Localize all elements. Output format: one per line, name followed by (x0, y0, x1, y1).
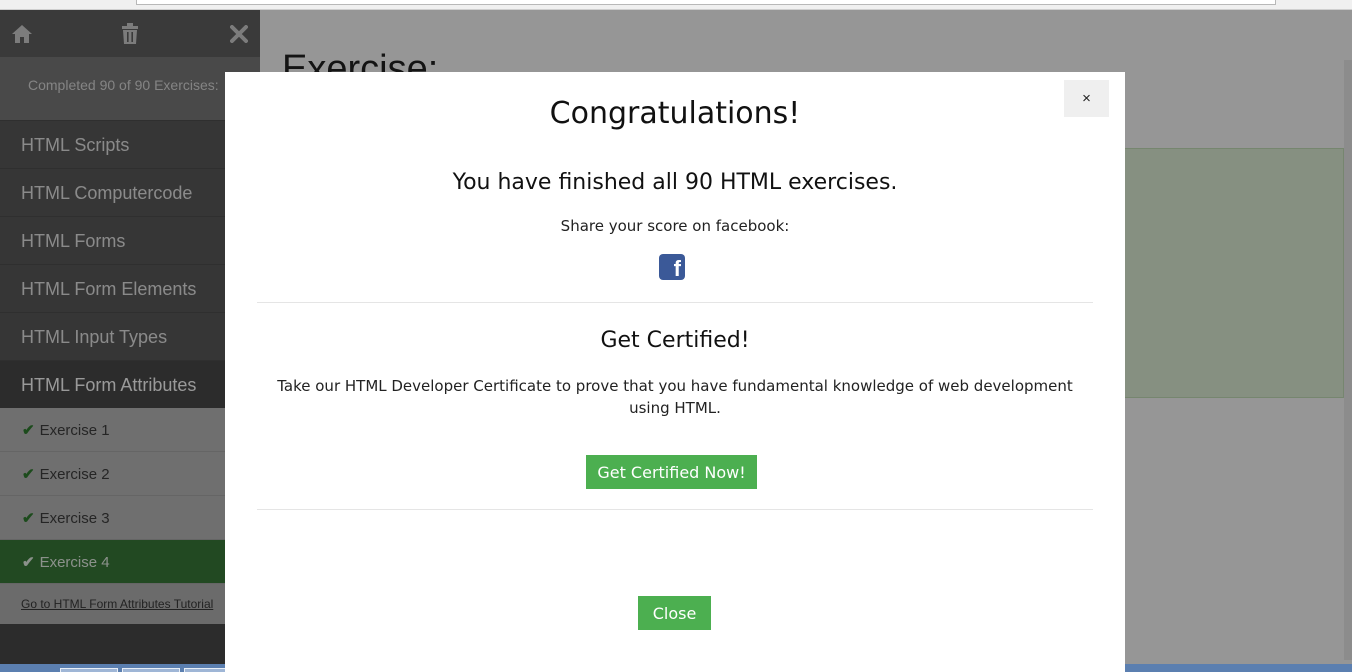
share-text: Share your score on facebook: (560, 217, 790, 235)
taskbar-button[interactable] (122, 668, 180, 672)
cert-title: Get Certified! (600, 328, 750, 353)
address-bar[interactable] (136, 0, 1276, 5)
finished-message: You have finished all 90 HTML exercises. (452, 170, 898, 195)
browser-top-strip (0, 0, 1352, 10)
congratulations-modal: × Congratulations! You have finished all… (225, 72, 1125, 672)
close-button[interactable]: Close (638, 596, 711, 630)
taskbar-button[interactable] (60, 668, 118, 672)
divider (257, 509, 1093, 510)
facebook-icon[interactable]: f (659, 254, 685, 280)
get-certified-button[interactable]: Get Certified Now! (586, 455, 757, 489)
modal-title: Congratulations! (549, 96, 801, 131)
cert-description: Take our HTML Developer Certificate to p… (277, 377, 1073, 417)
divider (257, 302, 1093, 303)
